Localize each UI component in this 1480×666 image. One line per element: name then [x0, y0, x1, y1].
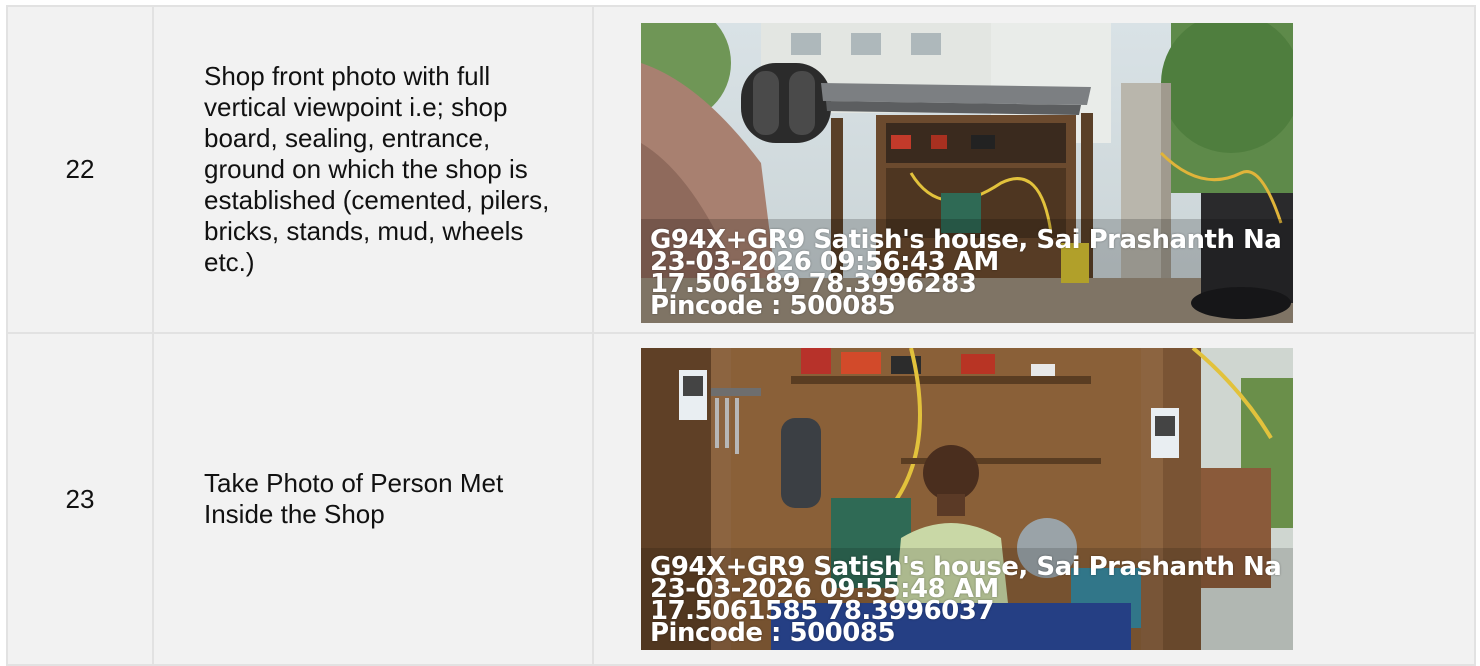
table-row: 22 Shop front photo with full vertical v… [6, 5, 1476, 334]
row-number: 23 [6, 332, 154, 666]
table-row: 23 Take Photo of Person Met Inside the S… [6, 332, 1476, 666]
geo-stamp: G94X+GR9 Satish's house, Sai Prashanth N… [650, 227, 1282, 319]
photo-cell: G94X+GR9 Satish's house, Sai Prashanth N… [592, 5, 1476, 334]
person-met-photo[interactable]: G94X+GR9 Satish's house, Sai Prashanth N… [641, 348, 1293, 650]
photo-cell: G94X+GR9 Satish's house, Sai Prashanth N… [592, 332, 1476, 666]
shop-front-photo[interactable]: G94X+GR9 Satish's house, Sai Prashanth N… [641, 23, 1293, 323]
row-number: 22 [6, 5, 154, 334]
row-description: Shop front photo with full vertical view… [152, 5, 594, 334]
geo-stamp: G94X+GR9 Satish's house, Sai Prashanth N… [650, 554, 1282, 646]
row-description: Take Photo of Person Met Inside the Shop [152, 332, 594, 666]
inspection-table: 22 Shop front photo with full vertical v… [6, 5, 1476, 666]
